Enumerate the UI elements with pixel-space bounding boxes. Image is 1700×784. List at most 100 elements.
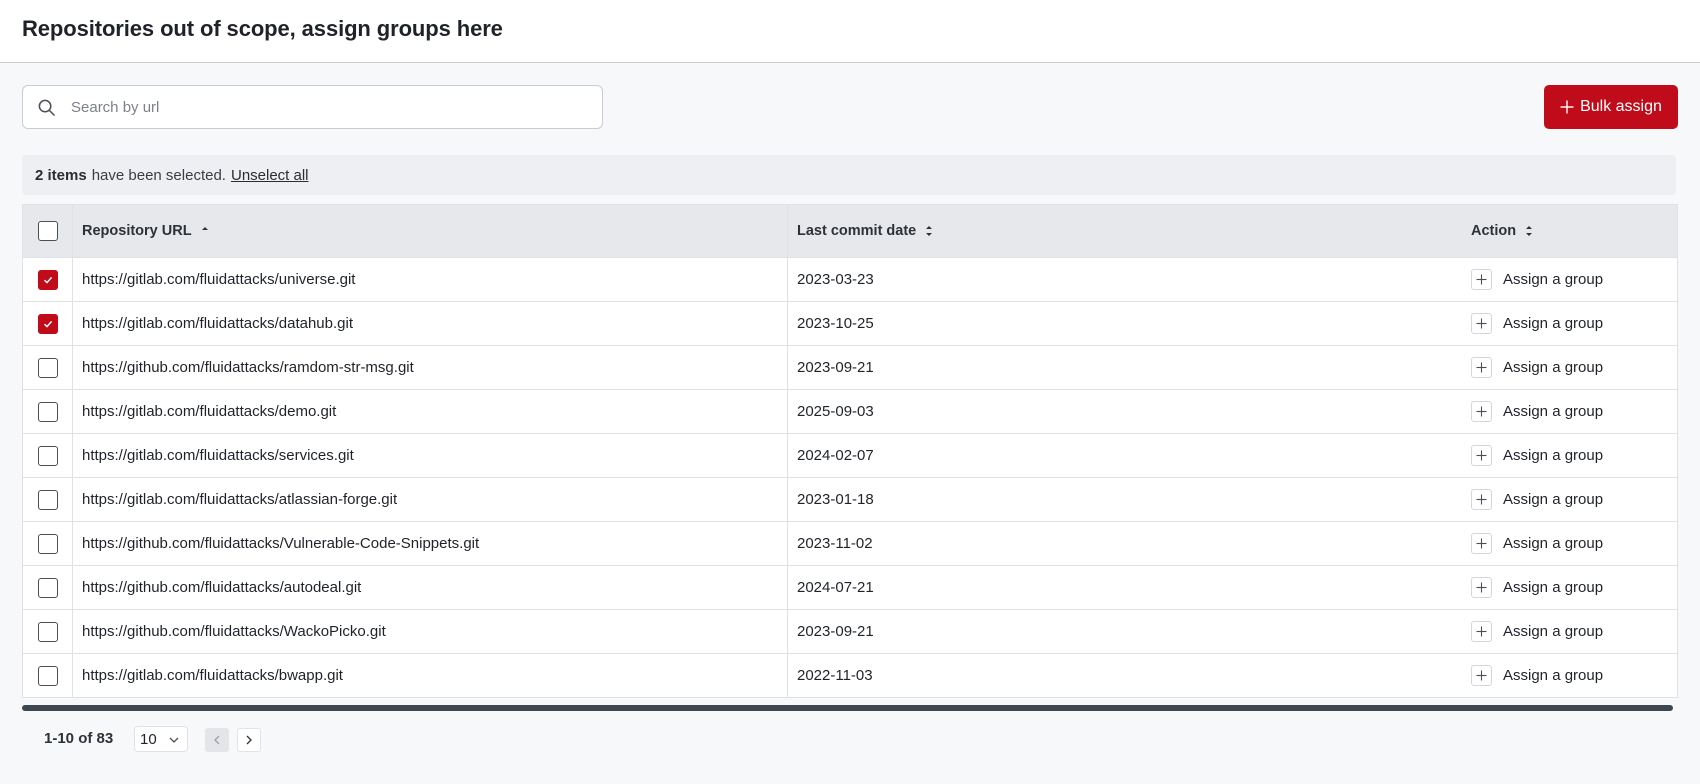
assign-group-button[interactable]: Assign a group [1471,621,1603,642]
plus-icon [1471,357,1492,378]
repository-url: https://gitlab.com/fluidattacks/universe… [73,258,788,301]
assign-group-label: Assign a group [1503,491,1604,508]
assign-group-button[interactable]: Assign a group [1471,533,1603,554]
row-checkbox[interactable] [37,269,58,290]
row-check-cell [23,610,73,653]
page-title: Repositories out of scope, assign groups… [22,16,503,41]
column-header-action[interactable]: Action [1461,205,1677,257]
selected-count: 2 items [35,166,87,184]
assign-group-label: Assign a group [1503,403,1604,420]
unselect-all-link[interactable]: Unselect all [231,167,309,184]
row-check-cell [23,478,73,521]
check-icon [43,320,52,328]
last-commit-date: 2023-11-02 [797,535,873,552]
chevron-down-icon [169,737,179,743]
plus-icon [1471,269,1492,290]
table-row: https://gitlab.com/fluidattacks/bwapp.gi… [23,654,1677,698]
page-size-value: 10 [140,730,157,748]
chevron-right-icon [246,735,252,745]
row-checkbox[interactable] [37,445,58,466]
horizontal-scrollbar[interactable] [22,705,1673,711]
row-check-cell [23,434,73,477]
action-cell: Assign a group [1461,302,1677,345]
page-size-select[interactable]: 10 [134,726,188,752]
assign-group-label: Assign a group [1503,535,1604,552]
last-commit-date: 2023-09-21 [797,359,874,376]
action-cell: Assign a group [1461,346,1677,389]
repository-url: https://gitlab.com/fluidattacks/bwapp.gi… [73,654,788,697]
row-checkbox[interactable] [37,401,58,422]
table-row: https://github.com/fluidattacks/Vulnerab… [23,522,1677,566]
repository-url: https://github.com/fluidattacks/Vulnerab… [73,522,788,565]
repositories-table: Repository URL Last commit date Action h… [22,204,1678,698]
sort-icon [1526,226,1533,236]
repository-url: https://gitlab.com/fluidattacks/services… [73,434,788,477]
selection-message: have been selected. [91,166,226,184]
row-checkbox[interactable] [37,621,58,642]
assign-group-button[interactable]: Assign a group [1471,401,1603,422]
assign-group-button[interactable]: Assign a group [1471,665,1603,686]
next-page-button[interactable] [237,728,261,752]
row-checkbox[interactable] [37,313,58,334]
plus-icon [1471,577,1492,598]
row-check-cell [23,346,73,389]
search-icon [38,99,55,116]
assign-group-button[interactable]: Assign a group [1471,489,1603,510]
assign-group-label: Assign a group [1503,315,1604,332]
repository-url: https://gitlab.com/fluidattacks/demo.git [73,390,788,433]
plus-icon [1560,100,1574,114]
table-row: https://github.com/fluidattacks/WackoPic… [23,610,1677,654]
row-check-cell [23,302,73,345]
last-commit-date: 2024-07-21 [797,579,874,596]
last-commit-date: 2024-02-07 [797,447,874,464]
row-checkbox[interactable] [37,489,58,510]
assign-group-button[interactable]: Assign a group [1471,269,1603,290]
action-cell: Assign a group [1461,258,1677,301]
plus-icon [1471,621,1492,642]
action-cell: Assign a group [1461,390,1677,433]
table-row: https://gitlab.com/fluidattacks/datahub.… [23,302,1677,346]
select-all-checkbox[interactable] [37,221,58,241]
repository-url: https://gitlab.com/fluidattacks/datahub.… [73,302,788,345]
search-input[interactable] [71,86,591,128]
pagination-range: 1-10 of 83 [44,730,114,747]
previous-page-button[interactable] [205,728,229,752]
repository-url: https://github.com/fluidattacks/ramdom-s… [73,346,788,389]
check-icon [43,276,52,284]
table-row: https://gitlab.com/fluidattacks/demo.git… [23,390,1677,434]
last-commit-date: 2022-11-03 [797,667,873,684]
table-row: https://github.com/fluidattacks/ramdom-s… [23,346,1677,390]
assign-group-label: Assign a group [1503,359,1604,376]
row-check-cell [23,390,73,433]
assign-group-button[interactable]: Assign a group [1471,313,1603,334]
page-header: Repositories out of scope, assign groups… [0,0,1700,63]
last-commit-date: 2023-03-23 [797,271,874,288]
row-check-cell [23,522,73,565]
assign-group-label: Assign a group [1503,271,1604,288]
row-checkbox[interactable] [37,577,58,598]
last-commit-date: 2023-10-25 [797,315,874,332]
row-check-cell [23,566,73,609]
table-row: https://github.com/fluidattacks/autodeal… [23,566,1677,610]
plus-icon [1471,445,1492,466]
assign-group-button[interactable]: Assign a group [1471,577,1603,598]
row-checkbox[interactable] [37,665,58,686]
plus-icon [1471,665,1492,686]
table-row: https://gitlab.com/fluidattacks/universe… [23,258,1677,302]
assign-group-label: Assign a group [1503,447,1604,464]
repository-url: https://github.com/fluidattacks/WackoPic… [73,610,788,653]
row-checkbox[interactable] [37,357,58,378]
plus-icon [1471,401,1492,422]
assign-group-button[interactable]: Assign a group [1471,357,1603,378]
repository-url: https://gitlab.com/fluidattacks/atlassia… [73,478,788,521]
search-box[interactable] [22,85,603,129]
row-checkbox[interactable] [37,533,58,554]
assign-group-button[interactable]: Assign a group [1471,445,1603,466]
bulk-assign-button[interactable]: Bulk assign [1544,85,1678,129]
action-cell: Assign a group [1461,654,1677,697]
assign-group-label: Assign a group [1503,579,1604,596]
sort-icon [926,226,933,236]
column-header-date[interactable]: Last commit date [788,205,1461,257]
column-header-url[interactable]: Repository URL [73,205,788,257]
plus-icon [1471,489,1492,510]
